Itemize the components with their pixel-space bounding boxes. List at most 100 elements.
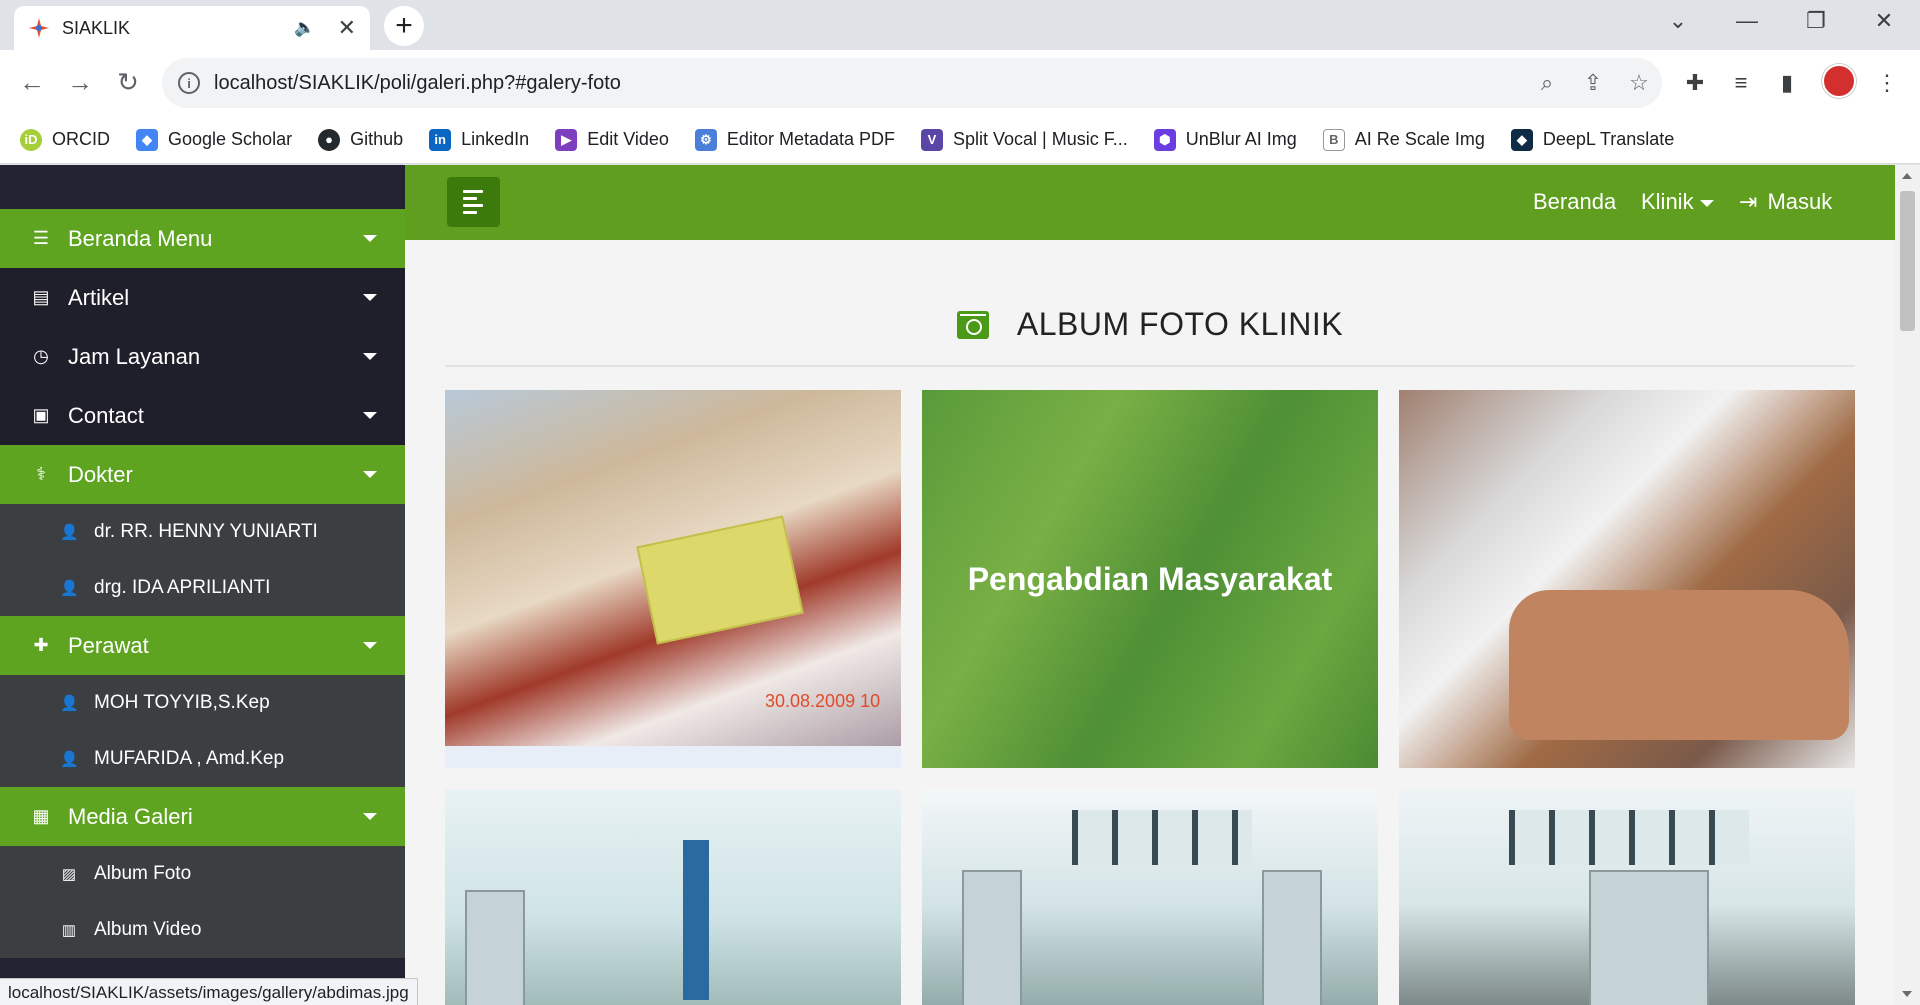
cabinet-shape: [1262, 870, 1322, 1005]
zoom-icon[interactable]: ⌕: [1524, 70, 1570, 96]
url-text[interactable]: localhost/SIAKLIK/poli/galeri.php?#galer…: [214, 72, 1524, 95]
bookmark-rescale[interactable]: B AI Re Scale Img: [1322, 128, 1485, 151]
curtain-shape: [683, 840, 709, 1000]
sidebar-subitem-album-foto[interactable]: ▨ Album Foto: [0, 846, 405, 902]
scroll-up-arrow-icon[interactable]: [1902, 173, 1912, 179]
sidebar-item-beranda-menu[interactable]: ☰ Beranda Menu: [0, 209, 405, 268]
media-queue-icon[interactable]: ≡: [1724, 66, 1758, 100]
unblur-icon: ⬢: [1153, 128, 1176, 151]
gallery-photo[interactable]: 30.08.2009 10: [445, 390, 901, 768]
top-navbar: Beranda Klinik ⇥ Masuk: [405, 165, 1895, 240]
bookmark-unblur[interactable]: ⬢ UnBlur AI Img: [1153, 128, 1297, 151]
stethoscope-icon: ⚕: [36, 464, 46, 484]
sidebar-item-label: Jam Layanan: [68, 343, 201, 369]
caret-down-icon: [363, 294, 377, 301]
scroll-down-arrow-icon[interactable]: [1902, 991, 1912, 997]
user-icon: 👤: [60, 524, 79, 541]
nav-masuk-link[interactable]: ⇥ Masuk: [1739, 189, 1832, 215]
share-icon[interactable]: ⇪: [1570, 70, 1616, 96]
speaker-icon[interactable]: 🔈: [294, 18, 315, 38]
sidebar-toggle-button[interactable]: [447, 177, 500, 227]
bookmark-editor-metadata-pdf[interactable]: ⚙ Editor Metadata PDF: [694, 128, 895, 151]
sidebar-item-label: Perawat: [68, 632, 149, 658]
gallery-photo[interactable]: [445, 790, 901, 1005]
sidebar-item-label: Dokter: [68, 461, 133, 487]
bookmark-orcid[interactable]: iD ORCID: [20, 128, 110, 151]
sidebar-item-perawat[interactable]: ✚ Perawat: [0, 616, 405, 675]
pdf-metadata-icon: ⚙: [694, 128, 717, 151]
camera-icon: [956, 310, 989, 339]
rescale-icon: B: [1322, 128, 1345, 151]
medkit-icon: ✚: [33, 635, 49, 655]
sidebar-subitem-album-video[interactable]: ▥ Album Video: [0, 902, 405, 958]
sidebar-item-artikel[interactable]: ▤ Artikel: [0, 268, 405, 327]
clock-icon: ◷: [33, 346, 49, 366]
patient-shape: [1509, 590, 1849, 740]
deepl-icon: ◆: [1510, 128, 1533, 151]
siaklik-favicon-icon: [28, 17, 50, 39]
scrollbar-thumb[interactable]: [1900, 191, 1915, 331]
bookmark-google-scholar[interactable]: ◆ Google Scholar: [136, 128, 292, 151]
back-button[interactable]: ←: [14, 64, 50, 100]
page-scrollbar[interactable]: [1895, 165, 1920, 1005]
sidebar-item-jam-layanan[interactable]: ◷ Jam Layanan: [0, 327, 405, 386]
page-title: ALBUM FOTO KLINIK: [1016, 306, 1344, 342]
contact-icon: ▣: [32, 405, 50, 425]
status-bar-url: localhost/SIAKLIK/assets/images/gallery/…: [0, 978, 418, 1005]
new-tab-button[interactable]: +: [384, 6, 424, 46]
side-panel-icon[interactable]: ▮: [1770, 66, 1804, 100]
album-header: ALBUM FOTO KLINIK: [405, 306, 1895, 343]
close-window-button[interactable]: ✕: [1864, 6, 1904, 36]
sidebar-item-contact[interactable]: ▣ Contact: [0, 386, 405, 445]
window-shape: [1072, 810, 1252, 865]
sidebar-subitem-nurse[interactable]: 👤 MUFARIDA , Amd.Kep: [0, 731, 405, 787]
menu-kebab-icon[interactable]: ⋮: [1870, 66, 1904, 100]
reload-button[interactable]: ↻: [110, 64, 146, 100]
forward-button[interactable]: →: [62, 64, 98, 100]
sidebar-subitem-doctor[interactable]: 👤 dr. RR. HENNY YUNIARTI: [0, 504, 405, 560]
list-icon: ☰: [32, 228, 50, 248]
sidebar-subitem-nurse[interactable]: 👤 MOH TOYYIB,S.Kep: [0, 675, 405, 731]
gallery-photo[interactable]: [1399, 790, 1855, 1005]
photo-overlay-title: Pengabdian Masyarakat: [967, 560, 1333, 597]
caret-down-icon: [363, 353, 377, 360]
close-tab-icon[interactable]: ✕: [338, 15, 356, 41]
bookmark-linkedin[interactable]: in LinkedIn: [429, 128, 529, 151]
web-page: ☰ Beranda Menu ▤ Artikel ◷ Jam Layanan ▣…: [0, 165, 1920, 1005]
extensions-icon[interactable]: ✚: [1678, 66, 1712, 100]
address-bar[interactable]: i localhost/SIAKLIK/poli/galeri.php?#gal…: [162, 58, 1662, 108]
user-icon: 👤: [60, 580, 79, 597]
sidebar: ☰ Beranda Menu ▤ Artikel ◷ Jam Layanan ▣…: [0, 165, 405, 1005]
profile-avatar[interactable]: [1822, 64, 1856, 98]
bookmark-github[interactable]: ● Github: [318, 128, 403, 151]
caret-down-icon: [363, 412, 377, 419]
gallery-photo[interactable]: [1399, 390, 1855, 768]
site-info-icon[interactable]: i: [178, 72, 200, 94]
nav-klinik-dropdown[interactable]: Klinik: [1641, 189, 1714, 215]
browser-toolbar: ← → ↻ i localhost/SIAKLIK/poli/galeri.ph…: [0, 50, 1920, 116]
bookmark-deepl[interactable]: ◆ DeepL Translate: [1510, 128, 1674, 151]
bookmark-edit-video[interactable]: ▶ Edit Video: [555, 128, 669, 151]
sidebar-subitem-doctor[interactable]: 👤 drg. IDA APRILIANTI: [0, 560, 405, 616]
sidebar-item-label: Beranda Menu: [68, 225, 213, 251]
restore-button[interactable]: ❐: [1796, 6, 1836, 36]
nav-beranda-link[interactable]: Beranda: [1533, 189, 1616, 215]
split-vocal-icon: V: [921, 128, 943, 151]
sign-in-icon: ⇥: [1739, 189, 1758, 214]
sidebar-item-dokter[interactable]: ⚕ Dokter: [0, 445, 405, 504]
minimize-button[interactable]: —: [1727, 6, 1767, 36]
google-scholar-icon: ◆: [136, 128, 158, 151]
sidebar-item-label: Artikel: [68, 284, 130, 310]
caret-down-icon: [363, 813, 377, 820]
bookmark-split-vocal[interactable]: V Split Vocal | Music F...: [921, 128, 1128, 151]
bookmark-star-icon[interactable]: ☆: [1616, 70, 1662, 96]
sidebar-item-media-galeri[interactable]: ▦ Media Galeri: [0, 787, 405, 846]
caret-down-icon: [363, 235, 377, 242]
tab-search-chevron-icon[interactable]: ⌄: [1658, 6, 1698, 36]
photo-date-stamp: 30.08.2009 10: [765, 691, 881, 711]
gallery-photo[interactable]: [922, 790, 1378, 1005]
gallery-photo-hovered[interactable]: Pengabdian Masyarakat: [922, 390, 1378, 768]
browser-tab[interactable]: SIAKLIK 🔈 ✕: [14, 6, 370, 50]
caret-down-icon: [363, 642, 377, 649]
divider: [445, 365, 1855, 367]
